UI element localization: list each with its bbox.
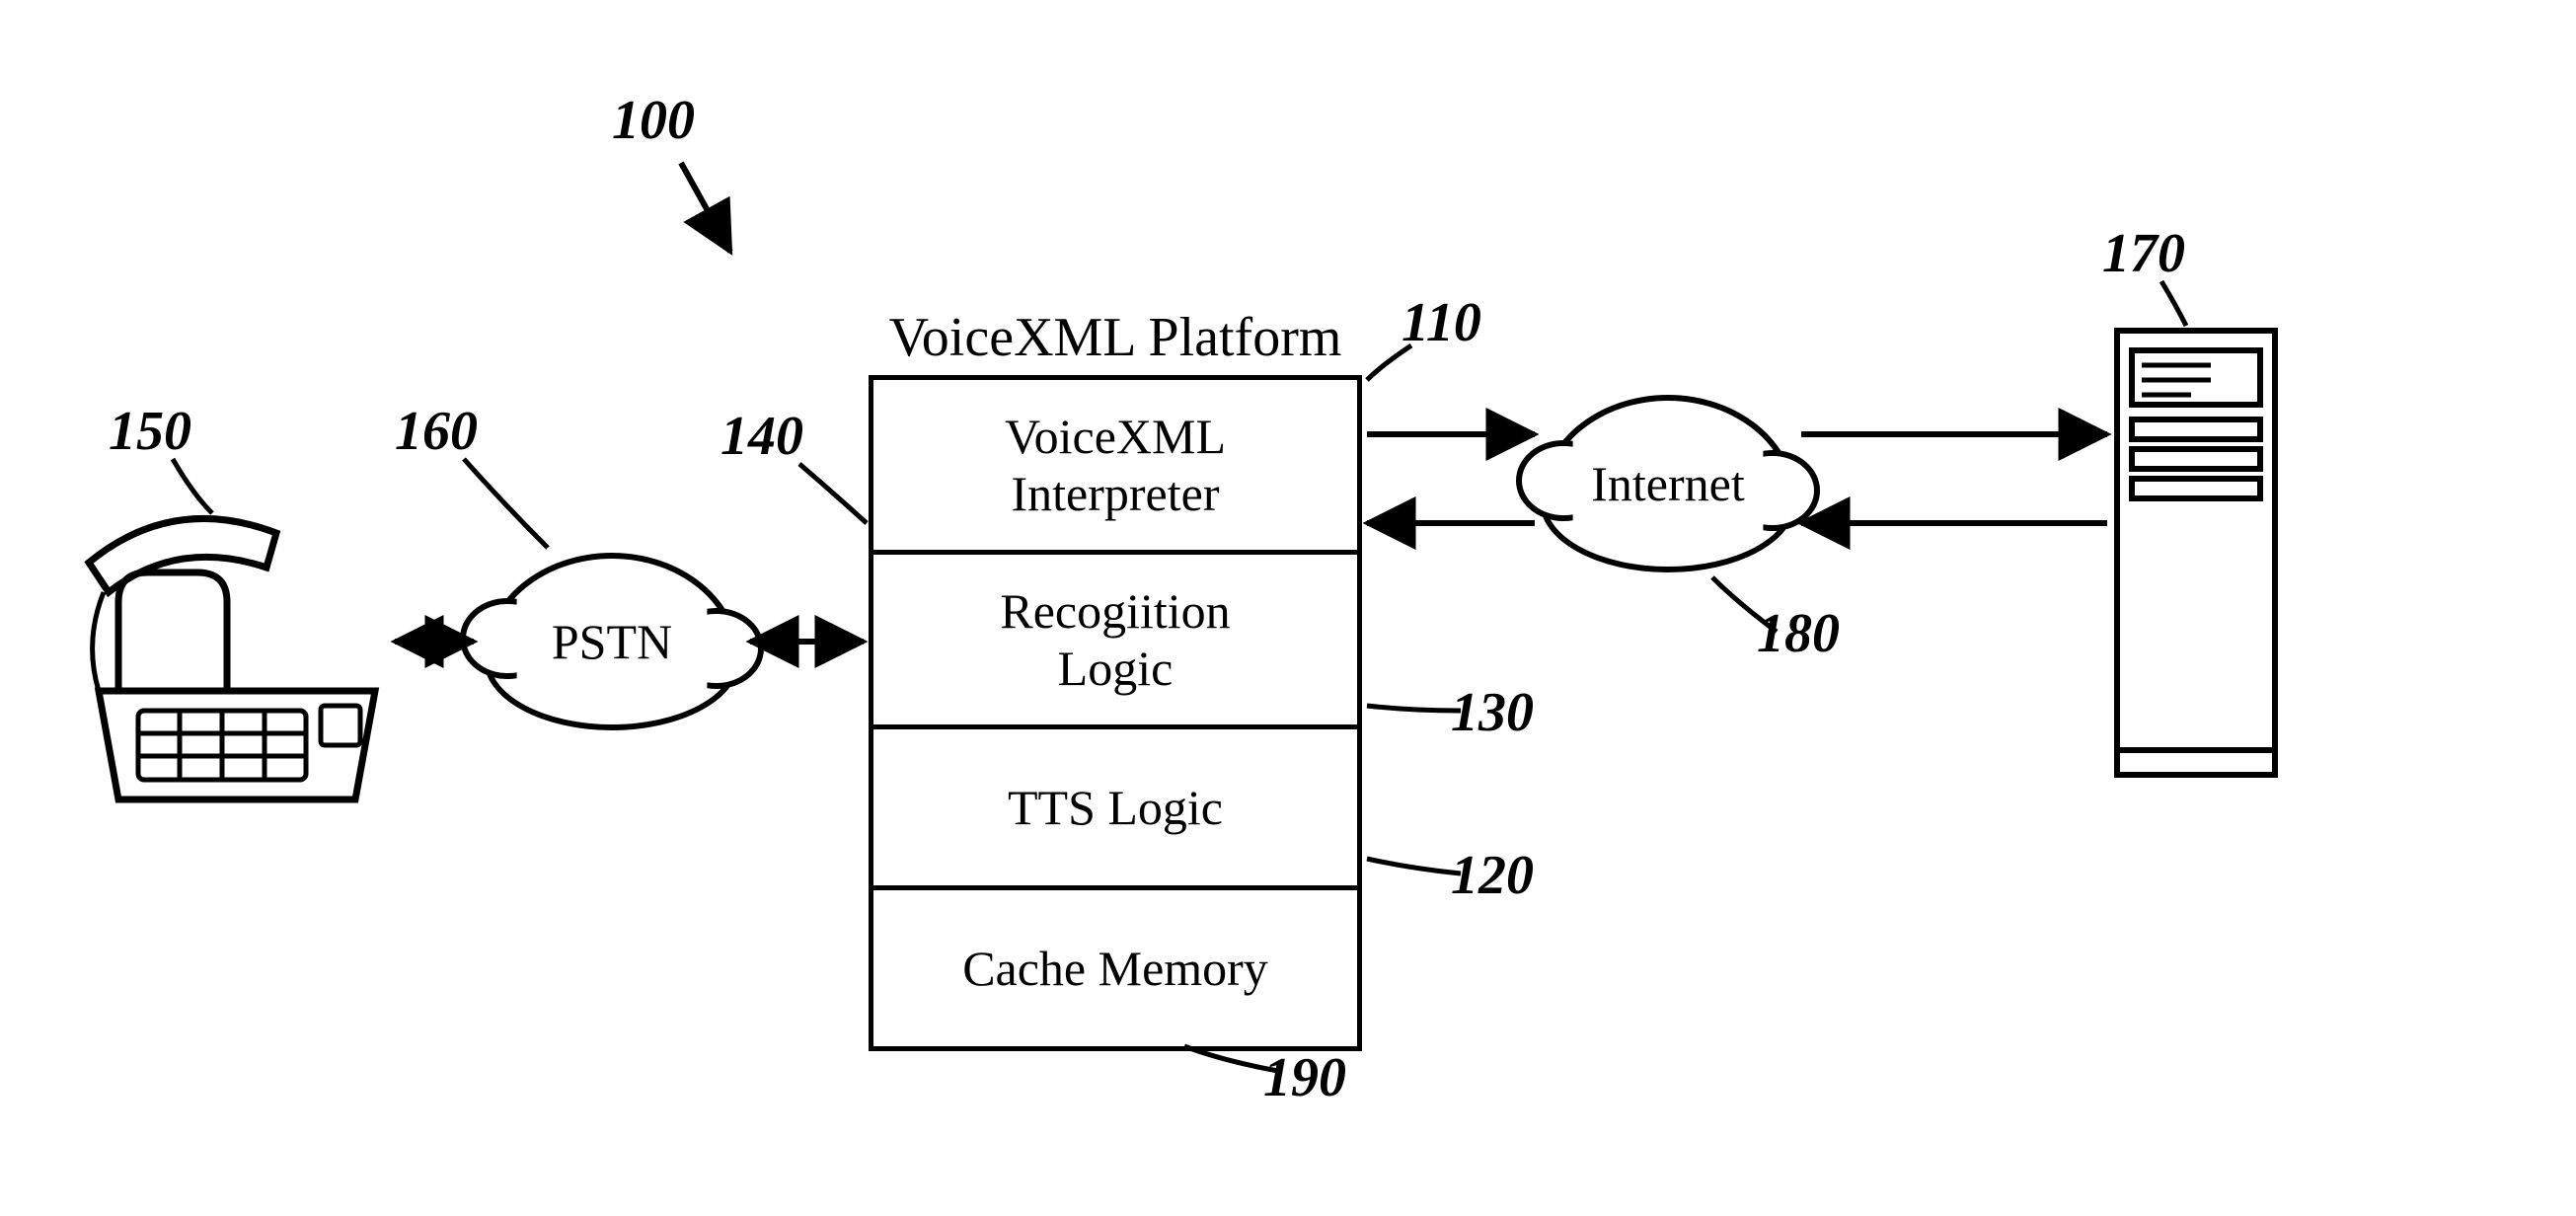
ref-180: 180 [1757,602,1840,665]
ref-120: 120 [1451,844,1534,907]
ref-130: 130 [1451,681,1534,744]
diagram-canvas: 100 VoiceXML Platform VoiceXML Interpret… [0,0,2576,1216]
voicexml-platform-box: VoiceXML Interpreter Recogiition Logic T… [869,375,1362,1051]
ref-160: 160 [395,400,478,463]
row-tts: TTS Logic [873,729,1357,890]
pstn-cloud: PSTN [484,553,740,730]
row-interpreter: VoiceXML Interpreter [873,380,1357,555]
ref-140: 140 [720,405,803,468]
row-interpreter-label: VoiceXML Interpreter [883,408,1347,522]
platform-title: VoiceXML Platform [869,306,1362,369]
row-tts-label: TTS Logic [1008,780,1223,835]
telephone-icon [79,513,395,809]
internet-label: Internet [1591,455,1744,512]
ref-170: 170 [2102,222,2185,285]
ref-100: 100 [612,89,695,152]
row-cache-label: Cache Memory [962,941,1268,996]
internet-cloud: Internet [1540,395,1796,572]
pstn-label: PSTN [552,613,672,670]
server-icon [2112,326,2280,780]
ref-150: 150 [109,400,191,463]
row-recognition-label: Recogiition Logic [883,582,1347,697]
ref-110: 110 [1402,291,1481,354]
ref-190: 190 [1263,1046,1346,1109]
row-recognition: Recogiition Logic [873,555,1357,729]
row-cache: Cache Memory [873,890,1357,1046]
